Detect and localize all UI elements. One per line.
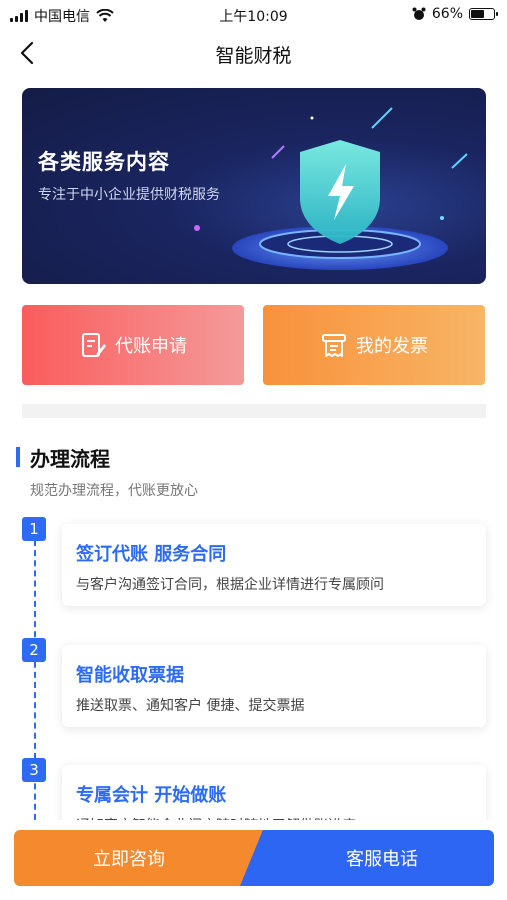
process-step-card[interactable]: 签订代账 服务合同 与客户沟通签订合同，根据企业详情进行专属顾问 xyxy=(62,524,486,606)
page-title: 智能财税 xyxy=(215,45,292,67)
step-number-1: 1 xyxy=(22,517,46,541)
step-description: 推送取票、通知客户 便捷、提交票据 xyxy=(76,698,305,714)
step-number-2: 2 xyxy=(22,638,46,662)
bottom-action-bar: 立即咨询 客服电话 xyxy=(0,820,507,900)
bookkeeping-apply-label: 代账申请 xyxy=(115,336,187,357)
my-invoices-label: 我的发票 xyxy=(356,336,428,357)
step-description: 与客户沟通签订合同，根据企业详情进行专属顾问 xyxy=(76,577,384,593)
process-subtitle: 规范办理流程，代账更放心 xyxy=(30,483,198,499)
section-accent-bar xyxy=(16,447,20,467)
service-phone-label: 客服电话 xyxy=(346,849,418,870)
banner-title: 各类服务内容 xyxy=(38,150,170,174)
consult-now-label: 立即咨询 xyxy=(93,849,165,870)
process-step-card[interactable]: 智能收取票据 推送取票、通知客户 便捷、提交票据 xyxy=(62,645,486,727)
receipt-icon xyxy=(322,334,346,357)
consult-now-button[interactable]: 立即咨询 xyxy=(14,830,274,886)
edit-document-icon xyxy=(82,333,106,357)
battery-icon xyxy=(469,8,498,20)
service-phone-button[interactable]: 客服电话 xyxy=(240,830,494,886)
step-title: 签订代账 服务合同 xyxy=(76,544,227,565)
my-invoices-button[interactable]: 我的发票 xyxy=(263,305,485,385)
process-title: 办理流程 xyxy=(30,447,110,471)
step-title: 专属会计 开始做账 xyxy=(76,785,227,806)
alarm-icon xyxy=(412,7,426,20)
service-banner[interactable]: 各类服务内容 专注于中小企业提供财税服务 xyxy=(22,88,486,284)
step-title: 智能收取票据 xyxy=(76,665,184,686)
step-number-3: 3 xyxy=(22,758,46,782)
timeline-line xyxy=(34,540,36,830)
bookkeeping-apply-button[interactable]: 代账申请 xyxy=(22,305,244,385)
nav-bar: 智能财税 xyxy=(0,30,507,76)
battery-percent: 66% xyxy=(431,6,463,22)
status-bar: 中国电信 上午10:09 66% xyxy=(0,0,507,30)
section-divider xyxy=(22,404,486,418)
banner-subtitle: 专注于中小企业提供财税服务 xyxy=(38,187,220,203)
